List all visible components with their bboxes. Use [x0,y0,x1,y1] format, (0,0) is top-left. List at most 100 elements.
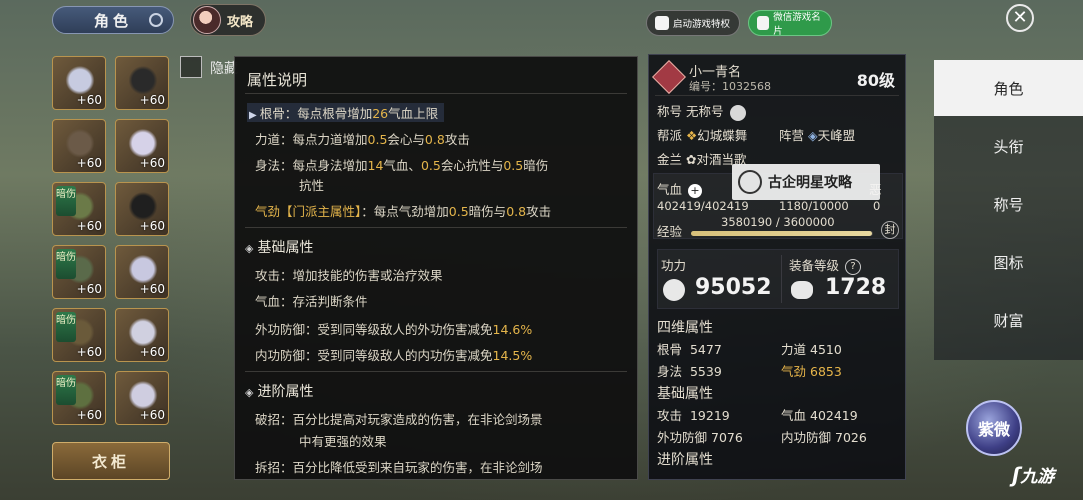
equipment-slot[interactable]: +60 [115,119,169,173]
text: 力道：每点力道增加 [255,132,368,147]
attribute-tooltip: 属性说明 ▶ 根骨：每点根骨增加26气血上限 力道：每点力道增加0.5会心与0.8… [234,56,638,480]
seal-icon[interactable]: 封 [881,221,899,239]
nav-item-wealth[interactable]: 财富 [934,292,1083,348]
launch-icon [655,16,669,30]
wardrobe-button[interactable]: 衣柜 [52,442,170,480]
power-value: 95052 [695,275,772,300]
hidden-damage-tag: 暗伤 [56,249,76,279]
text: 金兰 [657,152,683,167]
diamond-icon: ◈ [245,242,254,255]
tooltip-line-hp: 气血：存活判断条件 [255,294,368,309]
stat-gengu: 根骨 5477 [657,339,722,358]
four-dim-title: 四维属性 [657,320,713,336]
text: 5477 [689,342,722,357]
tooltip-line-shenfa-cont: 抗性 [299,178,325,193]
text: 编号： [689,80,722,93]
wechat-card-button[interactable]: 微信游戏名片 [748,10,832,37]
tooltip-line-neigong: 内功防御：受到同等级敌人的内功伤害减免14.5% [255,345,532,364]
help-icon[interactable]: ? [845,258,862,275]
wechat-icon [757,16,770,30]
watermark-overlay: 古企明星攻略 [732,164,880,200]
equipment-slot[interactable]: 暗伤 +60 [52,182,106,236]
text: 力道 [781,342,807,357]
text: 外功防御：受到同等级敌人的外功伤害减免 [255,322,493,337]
equipment-slot[interactable]: +60 [115,308,169,362]
strategy-button[interactable]: 攻略 [190,4,266,36]
nav-item-title[interactable]: 称号 [934,176,1083,232]
close-button[interactable]: ✕ [1006,4,1034,32]
watermark-text: 古企明星攻略 [768,175,852,191]
ziwei-badge[interactable]: 紫微 [966,400,1022,456]
text: 1032568 [722,80,771,93]
nav-item-rank[interactable]: 头衔 [934,118,1083,174]
tab-role[interactable]: 角色 [52,6,174,34]
nav-item-role[interactable]: 角色 [934,60,1083,116]
title-row: 称号 无称号 [657,101,746,121]
hidden-damage-tag: 暗伤 [56,186,76,216]
equipment-slot[interactable]: +60 [115,371,169,425]
hide-checkbox[interactable] [180,56,202,78]
text: 进阶属性 [257,384,314,400]
text: 外功防御 [657,430,708,445]
tab-role-label: 角色 [93,11,132,30]
equipment-slot[interactable]: +60 [115,182,169,236]
hp-label: 气血 + [657,179,703,198]
text: 7026 [835,430,867,445]
text: 会心与 [387,132,425,147]
equipment-slot[interactable]: +60 [52,56,106,110]
number: 0.5 [420,158,441,173]
gear-label: 装备等级? [789,255,862,275]
enhance-level: +60 [139,93,165,107]
divider [655,95,899,96]
launch-privilege-button[interactable]: 启动游戏特权 [646,10,740,36]
text: 气劲【门派主属性】 [255,204,362,219]
equipment-slot[interactable]: +60 [115,245,169,299]
diamond-icon: ◈ [245,386,254,399]
text: 帮派 [657,128,683,143]
ring-icon [149,13,163,27]
mp-fragment: 1180/10000 [779,199,849,213]
equipment-slot[interactable]: 暗伤 +60 [52,308,106,362]
text: 天峰盟 [817,128,856,143]
enhance-level: +60 [139,156,165,170]
power-label: 功力 [661,258,687,273]
nav-label: 头衔 [993,137,1024,156]
text: 气血 [781,408,807,423]
exp-value: 3580190 / 3600000 [721,215,835,229]
equipment-slot[interactable]: +60 [52,119,106,173]
edit-icon[interactable] [729,104,746,121]
stat-waigong: 外功防御 7076 [657,427,743,446]
equipment-slot[interactable]: 暗伤 +60 [52,371,106,425]
text: 阵营 [779,128,805,143]
divider [245,93,627,94]
text: 4510 [810,342,842,357]
enhance-level: +60 [76,408,102,422]
number: 14 [367,158,384,173]
add-icon[interactable]: + [688,183,703,198]
text: 根骨：每点根骨增加 [259,106,373,121]
strategy-label: 攻略 [227,14,254,30]
nav-label: 图标 [993,253,1024,272]
text: 攻击 [657,408,683,423]
text: 装备等级 [789,258,840,273]
camp-icon: ◈ [808,128,818,143]
enhance-level: +60 [139,282,165,296]
equipment-slot[interactable]: +60 [115,56,169,110]
nav-item-icon[interactable]: 图标 [934,234,1083,290]
text: 攻击 [526,204,552,219]
equipment-slot[interactable]: 暗伤 +60 [52,245,106,299]
stat-atk: 攻击 19219 [657,405,730,424]
advanced-section-title: ◈ 进阶属性 [245,381,313,401]
tooltip-line-waigong: 外功防御：受到同等级敌人的外功伤害减免14.6% [255,319,532,338]
zero-fragment: 0 [873,199,881,213]
stat-qixue: 气血 402419 [781,405,858,424]
text: 402419 [810,408,858,423]
tooltip-line-lidao: 力道：每点力道增加0.5会心与0.8攻击 [255,129,470,148]
text: 攻击 [444,132,470,147]
gear-icon [791,281,813,299]
text: 19219 [689,408,730,423]
text: 幻城蝶舞 [697,128,748,143]
number: 0.5 [367,132,388,147]
stat-shenfa: 身法 5539 [657,361,722,380]
stat-lidao: 力道 4510 [781,339,842,358]
